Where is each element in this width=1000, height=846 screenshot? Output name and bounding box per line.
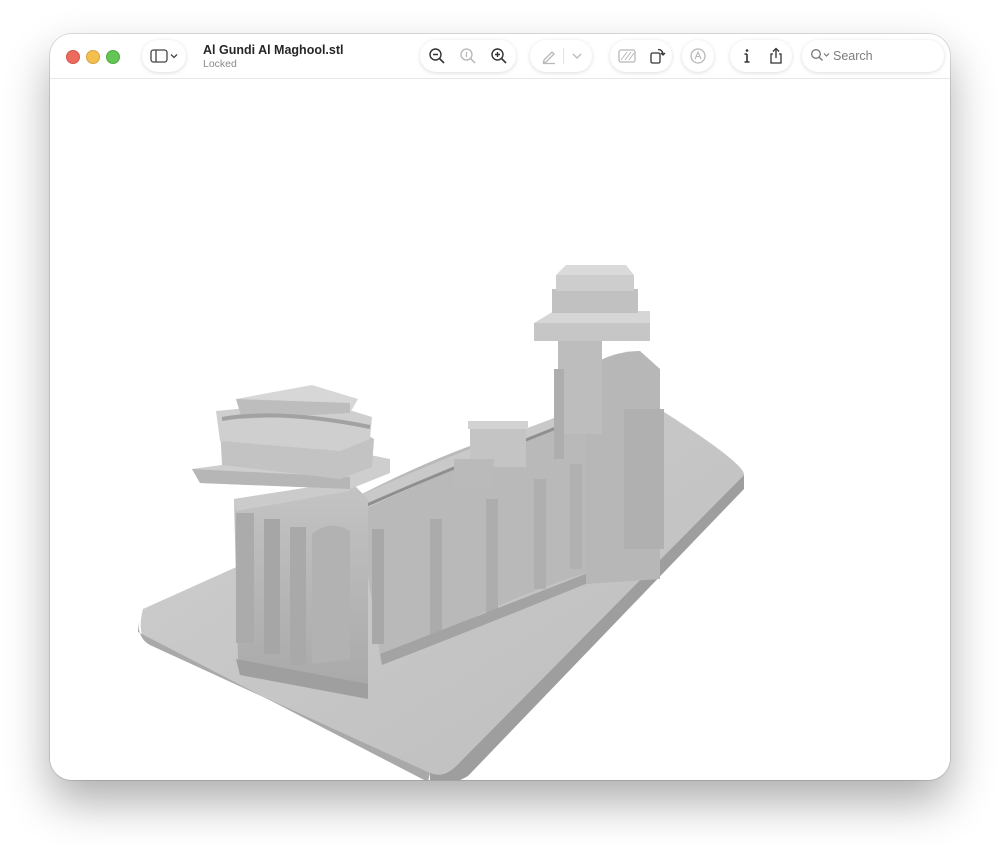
title-block: Al Gundi Al Maghool.stl Locked	[203, 43, 344, 70]
rotate-button[interactable]	[642, 40, 672, 72]
markup-menu-button[interactable]	[566, 40, 588, 72]
close-button[interactable]	[66, 50, 80, 64]
markup-button[interactable]	[534, 40, 564, 72]
document-title: Al Gundi Al Maghool.stl	[203, 43, 344, 57]
chevron-down-icon	[571, 51, 583, 61]
share-icon	[767, 47, 785, 65]
model-viewport[interactable]	[50, 79, 950, 780]
search-field[interactable]	[802, 40, 944, 72]
annotate-button[interactable]	[682, 40, 714, 72]
pencil-icon	[540, 47, 558, 65]
stl-model-render[interactable]	[50, 79, 950, 780]
markup-circle-icon	[689, 47, 707, 65]
checkerboard-icon	[617, 47, 637, 65]
zoom-out-icon	[428, 47, 446, 65]
info-button[interactable]	[732, 40, 762, 72]
sidebar-toggle-group	[142, 40, 186, 72]
share-button[interactable]	[761, 40, 791, 72]
minimize-button[interactable]	[86, 50, 100, 64]
actual-size-button[interactable]	[453, 40, 483, 72]
view-options-group	[610, 40, 672, 72]
separator	[563, 48, 564, 64]
info-icon	[739, 47, 755, 65]
zoom-out-button[interactable]	[422, 40, 452, 72]
zoom-window-button[interactable]	[106, 50, 120, 64]
toolbar: Al Gundi Al Maghool.stl Locked	[50, 34, 950, 79]
zoom-group	[420, 40, 516, 72]
sidebar-toggle-button[interactable]	[142, 40, 186, 72]
info-share-group	[730, 40, 792, 72]
background-toggle-button[interactable]	[612, 40, 642, 72]
actual-size-icon	[459, 47, 477, 65]
rotate-icon	[648, 47, 666, 65]
sidebar-icon	[149, 48, 179, 64]
markup-group	[530, 40, 592, 72]
zoom-in-button[interactable]	[484, 40, 514, 72]
search-input[interactable]	[833, 40, 933, 72]
zoom-in-icon	[490, 47, 508, 65]
document-status: Locked	[203, 58, 237, 70]
annotate-group	[682, 40, 714, 72]
magnifier-icon	[810, 48, 832, 69]
preview-window: Al Gundi Al Maghool.stl Locked	[50, 34, 950, 780]
